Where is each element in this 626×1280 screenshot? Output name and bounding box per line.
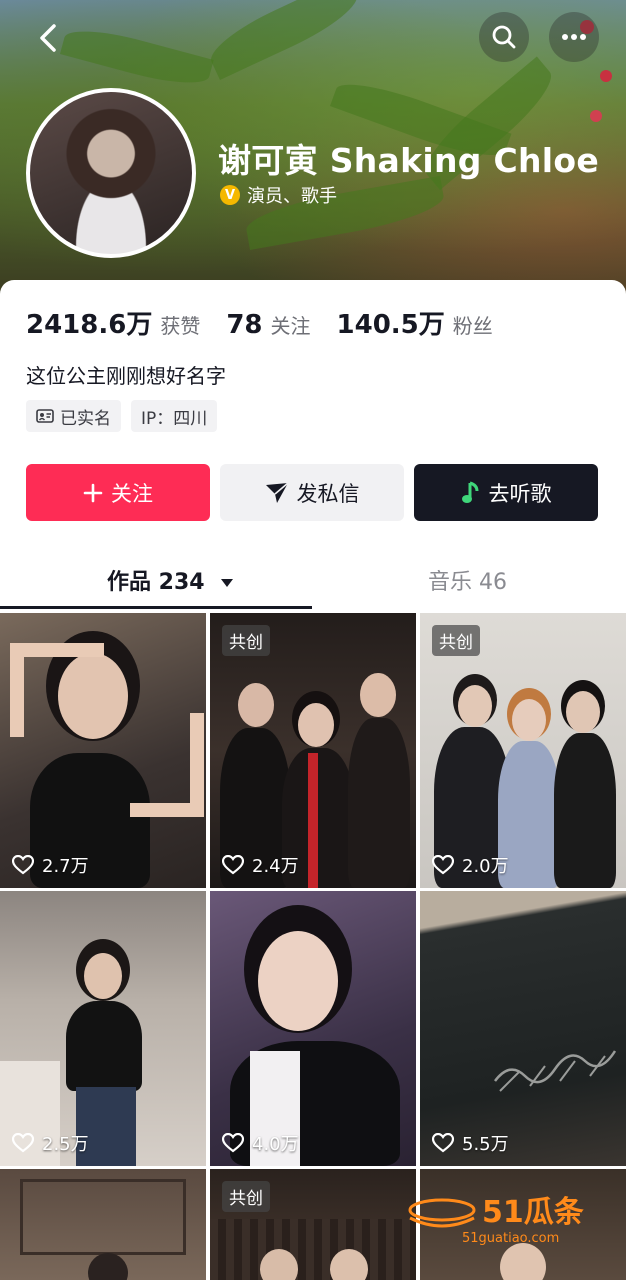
heart-icon: [12, 1133, 34, 1153]
tab-works-label: 作品 234: [107, 570, 205, 595]
video-likes: 2.0万: [432, 852, 509, 878]
thumbnail-figure: [130, 713, 204, 817]
video-thumbnail[interactable]: [0, 1169, 206, 1280]
thumbnail-figure: [258, 931, 338, 1031]
heart-icon: [222, 1133, 244, 1153]
thumbnail-figure: [500, 1243, 546, 1280]
video-thumbnail[interactable]: 5.5万: [420, 891, 626, 1166]
video-thumbnail[interactable]: 4.0万: [210, 891, 416, 1166]
more-button[interactable]: [549, 12, 599, 62]
video-likes-count: 2.4万: [252, 856, 299, 877]
message-label: 发私信: [296, 481, 360, 506]
video-likes: 2.5万: [12, 1130, 89, 1156]
video-likes-count: 5.5万: [462, 1134, 509, 1155]
action-buttons: 关注 发私信 去听歌: [26, 464, 598, 521]
thumbnail-figure: [10, 643, 104, 737]
tag-row: 已实名 IP：四川: [26, 400, 218, 432]
profile-name: 谢可寅 Shaking Chloe: [218, 141, 600, 180]
follow-label: 关注: [111, 481, 153, 506]
listen-music-button[interactable]: 去听歌: [414, 464, 598, 521]
cover-flower: [590, 110, 602, 122]
heart-icon: [12, 855, 34, 875]
co-creation-badge: 共创: [432, 625, 480, 656]
chalk-writing: [494, 1050, 617, 1092]
likes-count: 2418.6万: [26, 310, 153, 340]
send-icon: [265, 481, 289, 503]
thumbnail-figure: [566, 691, 600, 733]
ip-location-label: IP：四川: [141, 408, 208, 429]
heart-icon: [432, 1133, 454, 1153]
video-likes-count: 4.0万: [252, 1134, 299, 1155]
watermark-brand: 51瓜条: [482, 1195, 584, 1230]
video-likes-count: 2.5万: [42, 1134, 89, 1155]
likes-label: 获赞: [160, 314, 201, 338]
caret-down-icon: [221, 579, 234, 587]
video-likes: 5.5万: [432, 1130, 509, 1156]
message-button[interactable]: 发私信: [220, 464, 404, 521]
search-button[interactable]: [479, 12, 529, 62]
heart-icon: [222, 855, 244, 875]
cover-foliage: [203, 0, 366, 80]
back-button[interactable]: [28, 18, 68, 58]
following-label[interactable]: 关注: [271, 310, 311, 339]
co-creation-badge: 共创: [222, 1181, 270, 1212]
video-likes: 2.4万: [222, 852, 299, 878]
following-count[interactable]: 78: [226, 310, 262, 340]
follow-button[interactable]: 关注: [26, 464, 210, 521]
thumbnail-figure: [512, 699, 546, 741]
bio-text: 这位公主刚刚想好名字: [26, 364, 226, 388]
thumbnail-figure: [298, 703, 334, 747]
verification-text: 演员、歌手: [247, 186, 337, 207]
real-name-label: 已实名: [60, 408, 111, 429]
heart-icon: [432, 855, 454, 875]
tab-works[interactable]: 作品 234: [107, 564, 234, 596]
cover-foliage: [60, 21, 214, 93]
verified-badge-icon: V: [220, 185, 240, 205]
listen-music-label: 去听歌: [488, 481, 552, 506]
thumbnail-figure: [20, 1179, 186, 1255]
thumbnail-figure: [360, 673, 396, 717]
thumbnail-figure: [66, 1001, 142, 1091]
real-name-tag: 已实名: [26, 400, 121, 432]
watermark-domain: 51guatiao.com: [462, 1231, 559, 1246]
video-likes: 4.0万: [222, 1130, 299, 1156]
watermark-graphic: 51瓜条 51guatiao.com: [408, 1195, 584, 1246]
content-tabs: 作品 234 音乐 46: [0, 550, 626, 612]
video-thumbnail[interactable]: 共创 2.4万: [210, 613, 416, 888]
verification-info: V 演员、歌手: [220, 182, 337, 208]
video-likes-count: 2.7万: [42, 856, 89, 877]
plus-icon: [83, 483, 103, 502]
thumbnail-figure: [238, 683, 274, 727]
video-thumbnail[interactable]: 2.7万: [0, 613, 206, 888]
video-thumbnail[interactable]: 共创: [210, 1169, 416, 1280]
thumbnail-figure: [554, 733, 616, 888]
cover-flower: [600, 70, 612, 82]
thumbnail-figure: [348, 718, 410, 888]
video-thumbnail[interactable]: 共创 2.0万: [420, 613, 626, 888]
tab-music[interactable]: 音乐 46: [428, 564, 507, 596]
tab-music-label: 音乐 46: [428, 570, 507, 595]
thumbnail-figure: [84, 953, 122, 999]
video-likes-count: 2.0万: [462, 856, 509, 877]
video-likes: 2.7万: [12, 852, 89, 878]
chevron-left-icon: [40, 24, 56, 52]
thumbnail-figure: [210, 1219, 416, 1280]
more-dots-icon: [562, 34, 586, 40]
music-note-icon: [461, 481, 478, 503]
followers-label[interactable]: 粉丝: [453, 310, 493, 339]
video-thumbnail[interactable]: 2.5万: [0, 891, 206, 1166]
avatar[interactable]: [26, 88, 196, 258]
ip-location-tag: IP：四川: [131, 400, 218, 432]
id-card-icon: [36, 409, 54, 423]
thumbnail-figure: [458, 685, 492, 727]
followers-count[interactable]: 140.5万: [337, 304, 445, 341]
stats-row: 2418.6万 获赞 78 关注 140.5万 粉丝: [26, 304, 519, 341]
thumbnail-figure: [88, 1253, 128, 1280]
co-creation-badge: 共创: [222, 625, 270, 656]
thumbnail-figure: [308, 753, 318, 888]
active-tab-indicator: [0, 606, 312, 609]
search-icon: [492, 25, 516, 49]
watermark-logo: 51瓜条 51guatiao.com: [404, 1188, 604, 1246]
